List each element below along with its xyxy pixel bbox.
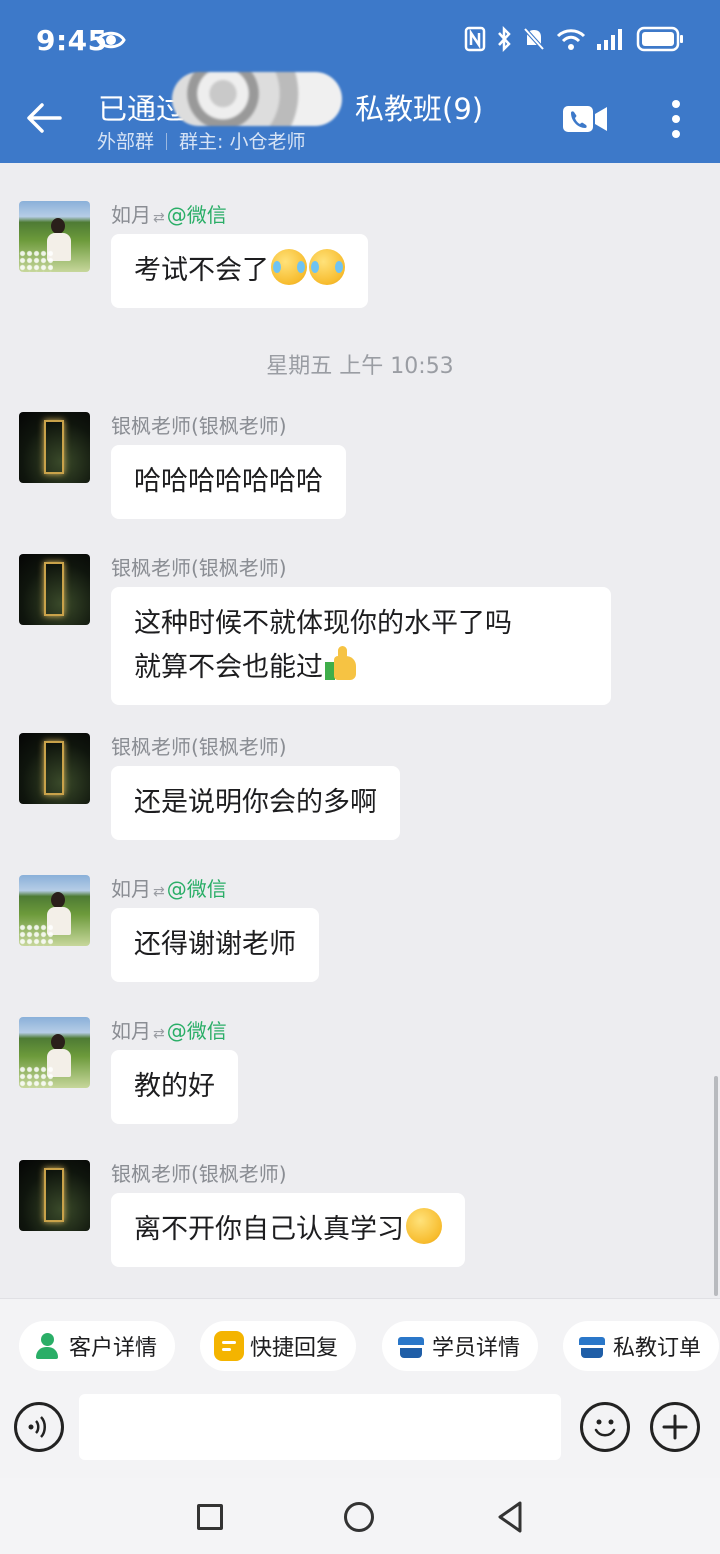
sender-label: 如月 [111,877,151,901]
time-divider: 星期五 上午 10:53 [266,354,454,379]
message-text: 还是说明你会的多啊 [134,787,377,818]
subtitle-divider [166,133,168,150]
smiley-icon [594,1419,616,1437]
order-box-icon [577,1331,607,1361]
wechat-tag: @微信 [166,877,227,901]
sender-name: 银枫老师(银枫老师) [111,735,287,759]
thumbs-up-emoji-icon [323,646,359,682]
avatar[interactable] [19,554,90,625]
student-box-icon [396,1331,426,1361]
video-call-icon[interactable] [562,100,608,138]
customer-icon [33,1331,63,1361]
link-icon: ⇄ [153,884,165,900]
voice-input-button[interactable] [14,1402,64,1452]
message-bubble[interactable]: 哈哈哈哈哈哈哈 [111,445,346,519]
more-options-icon[interactable] [660,96,692,142]
wechat-tag: @微信 [166,1019,227,1043]
chip-quick-reply[interactable]: 快捷回复 [200,1321,357,1371]
more-input-button[interactable] [650,1402,700,1452]
voice-icon [28,1416,46,1438]
group-owner-label: 群主: 小仓老师 [179,131,306,153]
avatar[interactable] [19,1160,90,1231]
message-bubble[interactable]: 这种时候不就体现你的水平了吗 就算不会也能过 [111,587,611,705]
message-text: 还得谢谢老师 [134,929,296,960]
mute-icon [523,27,545,51]
recent-apps-button[interactable] [197,1504,223,1530]
message-bubble[interactable]: 还是说明你会的多啊 [111,766,400,840]
quick-reply-icon [214,1331,244,1361]
wechat-tag: @微信 [166,203,227,227]
link-icon: ⇄ [153,210,165,226]
sender-name: 银枫老师(银枫老师) [111,414,287,438]
plus-icon [662,1414,688,1440]
chip-label: 私教订单 [613,1336,702,1361]
chip-customer-details[interactable]: 客户详情 [19,1321,176,1371]
sender-name: 如月 ⇄ @微信 [111,1015,227,1044]
eye-icon [96,31,126,49]
crying-laughing-emoji-icon [309,249,345,285]
message-text: 哈哈哈哈哈哈哈 [134,466,323,497]
message-list[interactable]: 如月 ⇄ @微信 考试不会了 星期五 上午 10:53 银枫老师(银枫老师) 哈哈哈… [0,163,720,1298]
system-nav-bar [0,1478,720,1554]
chat-subtitle: 外部群 群主: 小仓老师 [97,127,305,154]
emoji-button[interactable] [580,1402,630,1452]
sender-name: 银枫老师(银枫老师) [111,556,287,580]
message-text-line: 就算不会也能过 [134,652,323,683]
nfc-icon [464,26,486,52]
message-bubble[interactable]: 考试不会了 [111,234,368,308]
message-text: 离不开你自己认真学习 [134,1214,404,1245]
message-bubble[interactable]: 离不开你自己认真学习 [111,1193,465,1267]
avatar[interactable] [19,412,90,483]
message-bubble[interactable]: 还得谢谢老师 [111,908,319,982]
avatar[interactable] [19,1017,90,1088]
status-bar: 9:45 [0,0,720,80]
home-button[interactable] [344,1502,374,1532]
message-text: 考试不会了 [134,255,269,286]
sender-name: 如月 ⇄ @微信 [111,873,227,902]
avatar[interactable] [19,875,90,946]
wifi-icon [556,29,586,50]
avatar[interactable] [19,201,90,272]
back-triangle-icon[interactable] [495,1500,527,1534]
chip-private-orders[interactable]: 私教订单 [563,1321,720,1371]
chip-student-details[interactable]: 学员详情 [382,1321,539,1371]
message-bubble[interactable]: 教的好 [111,1050,238,1124]
battery-icon [636,26,683,52]
chip-label: 学员详情 [432,1336,521,1361]
quick-action-bar: 客户详情 快捷回复 学员详情 私教订单 [0,1298,720,1390]
group-type-label: 外部群 [97,131,155,153]
bluetooth-icon [498,26,511,52]
chip-label: 客户详情 [69,1336,158,1361]
signal-icon [597,29,622,50]
chat-title-suffix: 私教班(9) [355,92,484,126]
input-bar [0,1390,720,1478]
sender-name: 如月 ⇄ @微信 [111,199,227,228]
status-icons [464,26,684,52]
sender-label: 如月 [111,1019,151,1043]
sender-label: 如月 [111,203,151,227]
back-arrow-icon[interactable] [24,98,64,138]
sender-name: 银枫老师(银枫老师) [111,1162,287,1186]
redacted-title-blur [172,72,342,126]
app-header: 9:45 已通过 私教班(9) 外部群 群主: 小仓老师 [0,0,720,163]
message-input[interactable] [79,1394,561,1460]
scrollbar-thumb[interactable] [714,1076,718,1296]
avatar[interactable] [19,733,90,804]
crying-laughing-emoji-icon [271,249,307,285]
link-icon: ⇄ [153,1026,165,1042]
thinking-emoji-icon [406,1208,442,1244]
chip-label: 快捷回复 [250,1336,339,1361]
message-text: 教的好 [134,1071,215,1102]
message-text-line: 这种时候不就体现你的水平了吗 [134,608,512,639]
